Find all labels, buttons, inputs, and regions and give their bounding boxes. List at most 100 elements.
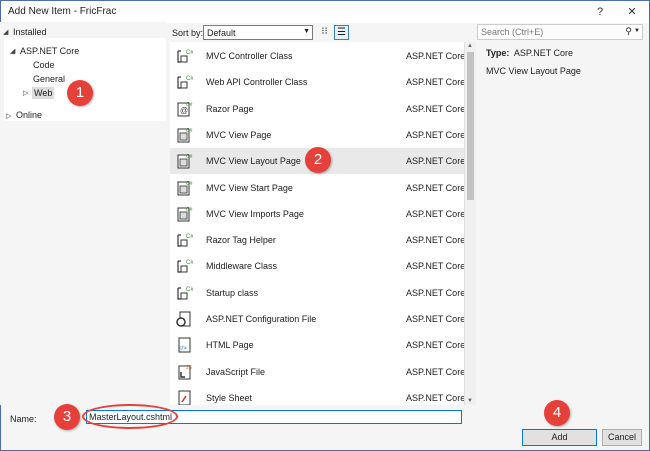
template-list-scrollbar[interactable]: ▲ ▼ bbox=[464, 42, 476, 405]
template-row[interactable]: JS JavaScript File ASP.NET Core bbox=[170, 359, 466, 385]
chevron-down-icon: ▼ bbox=[303, 28, 310, 35]
add-button[interactable]: Add bbox=[522, 429, 597, 446]
sort-dropdown[interactable]: Default ▼ bbox=[203, 25, 313, 40]
razor-view-icon: C# bbox=[175, 126, 193, 144]
svg-text:C#: C# bbox=[186, 154, 193, 160]
template-language: ASP.NET Core bbox=[406, 287, 466, 298]
template-name: Style Sheet bbox=[206, 392, 253, 403]
template-language: ASP.NET Core bbox=[406, 261, 466, 272]
template-name: MVC View Layout Page bbox=[206, 156, 301, 167]
template-language: ASP.NET Core bbox=[406, 182, 466, 193]
search-input[interactable] bbox=[481, 26, 621, 38]
razor-view-icon: C# bbox=[175, 179, 193, 197]
details-pane: Type: ASP.NET Core MVC View Layout Page bbox=[477, 42, 643, 405]
tree-item-online[interactable]: Online bbox=[16, 110, 42, 120]
template-name: JavaScript File bbox=[206, 366, 266, 377]
template-row[interactable]: Style Sheet ASP.NET Core bbox=[170, 385, 466, 405]
svg-text:C#: C# bbox=[186, 260, 193, 266]
template-row[interactable]: C# Razor Tag Helper ASP.NET Core bbox=[170, 227, 466, 253]
template-name: MVC View Imports Page bbox=[206, 208, 304, 219]
sort-toolbar: Sort by: Default ▼ ⁝⁝ ☰ bbox=[166, 22, 476, 42]
type-value: ASP.NET Core bbox=[513, 48, 574, 58]
name-label: Name: bbox=[10, 414, 37, 424]
sort-label: Sort by: bbox=[172, 28, 204, 38]
svg-text:C#: C# bbox=[186, 76, 193, 82]
template-language: ASP.NET Core bbox=[406, 314, 466, 324]
csharp-class-icon: C# bbox=[175, 73, 194, 91]
template-name: Web API Controller Class bbox=[206, 77, 308, 88]
template-row[interactable]: C# Middleware Class ASP.NET Core bbox=[170, 253, 466, 279]
template-row[interactable]: C# Startup class ASP.NET Core bbox=[170, 280, 466, 306]
csharp-class-icon: C# bbox=[175, 231, 194, 249]
template-row[interactable]: </> HTML Page ASP.NET Core bbox=[170, 332, 466, 358]
tree-item-code[interactable]: Code bbox=[33, 60, 55, 70]
csharp-class-icon: C# bbox=[175, 284, 194, 302]
title-bar: Add New Item - FricFrac ? ✕ bbox=[1, 1, 649, 23]
template-description: MVC View Layout Page bbox=[486, 66, 581, 76]
chevron-down-icon[interactable]: ▼ bbox=[634, 28, 640, 34]
svg-text:C#: C# bbox=[186, 181, 193, 187]
close-button[interactable]: ✕ bbox=[621, 4, 643, 20]
template-language: ASP.NET Core bbox=[406, 208, 466, 219]
type-label: Type: bbox=[486, 48, 510, 58]
collapse-arrow-icon[interactable]: ◢ bbox=[10, 47, 15, 55]
svg-text:</>: </> bbox=[178, 346, 187, 352]
expand-arrow-icon[interactable]: ▷ bbox=[6, 112, 11, 120]
dialog-title: Add New Item - FricFrac bbox=[8, 6, 117, 17]
annotation-badge-2: 2 bbox=[305, 147, 331, 173]
collapse-arrow-icon[interactable]: ◢ bbox=[3, 28, 8, 36]
annotation-badge-4: 4 bbox=[544, 400, 570, 426]
list-view-icon[interactable]: ☰ bbox=[334, 25, 349, 40]
template-row[interactable]: @ C# Razor Page ASP.NET Core bbox=[170, 96, 466, 122]
type-line: Type: ASP.NET Core bbox=[486, 48, 573, 58]
template-name: Middleware Class bbox=[206, 261, 278, 272]
razor-view-icon: C# bbox=[175, 152, 193, 170]
search-box[interactable]: ⚲ ▼ bbox=[477, 24, 643, 40]
scroll-up-icon[interactable]: ▲ bbox=[467, 43, 473, 49]
csharp-class-icon: C# bbox=[175, 47, 194, 65]
template-row[interactable]: C# Web API Controller Class ASP.NET Core bbox=[170, 69, 466, 95]
template-row[interactable]: ASP.NET Configuration File ASP.NET Core bbox=[170, 306, 466, 332]
sort-value: Default bbox=[207, 28, 236, 38]
search-icon[interactable]: ⚲ bbox=[625, 26, 632, 37]
annotation-badge-1: 1 bbox=[67, 80, 93, 106]
template-name: MVC View Page bbox=[206, 129, 272, 140]
template-name: MVC View Start Page bbox=[206, 182, 293, 193]
template-row[interactable]: C# MVC View Start Page ASP.NET Core bbox=[170, 175, 466, 201]
template-language: ASP.NET Core bbox=[406, 366, 466, 377]
template-row[interactable]: C# MVC Controller Class ASP.NET Core bbox=[170, 43, 465, 69]
template-language: ASP.NET Core bbox=[406, 235, 466, 246]
expand-arrow-icon[interactable]: ▷ bbox=[23, 89, 28, 97]
template-language: ASP.NET Core bbox=[406, 77, 466, 88]
svg-text:C#: C# bbox=[186, 287, 193, 293]
installed-group: ◢ ASP.NET Core Code General ▷ Web bbox=[4, 38, 166, 121]
template-row[interactable]: C# MVC View Page ASP.NET Core bbox=[170, 122, 465, 148]
tree-item-general[interactable]: General bbox=[33, 74, 65, 84]
svg-text:C#: C# bbox=[186, 50, 193, 56]
template-name: HTML Page bbox=[206, 340, 254, 351]
stylesheet-icon bbox=[175, 389, 193, 405]
html-page-icon: </> bbox=[175, 336, 193, 354]
template-list: C# MVC Controller Class ASP.NET Core C# Web … bbox=[170, 42, 476, 405]
svg-text:C#: C# bbox=[186, 102, 193, 108]
razor-page-icon: @ C# bbox=[175, 100, 193, 118]
tree-item-web[interactable]: Web bbox=[32, 87, 55, 99]
template-language: ASP.NET Core bbox=[406, 340, 466, 351]
help-button[interactable]: ? bbox=[589, 4, 611, 20]
javascript-file-icon: JS bbox=[175, 363, 193, 381]
template-name: Razor Page bbox=[206, 103, 254, 114]
svg-text:C#: C# bbox=[186, 128, 193, 134]
template-row[interactable]: C# MVC View Imports Page ASP.NET Core bbox=[170, 201, 466, 227]
grid-view-icon[interactable]: ⁝⁝ bbox=[317, 25, 332, 40]
template-name: Startup class bbox=[206, 287, 259, 298]
template-language: ASP.NET Core bbox=[406, 392, 466, 403]
svg-text:C#: C# bbox=[186, 207, 193, 213]
tree-item-installed[interactable]: Installed bbox=[13, 27, 47, 37]
template-language: ASP.NET Core bbox=[406, 103, 466, 114]
scroll-down-icon[interactable]: ▼ bbox=[467, 398, 473, 404]
tree-item-aspnet-core[interactable]: ASP.NET Core bbox=[20, 46, 79, 56]
scrollbar-thumb[interactable] bbox=[467, 52, 474, 200]
config-file-icon bbox=[175, 310, 193, 328]
cancel-button[interactable]: Cancel bbox=[602, 429, 642, 446]
csharp-class-icon: C# bbox=[175, 257, 194, 275]
